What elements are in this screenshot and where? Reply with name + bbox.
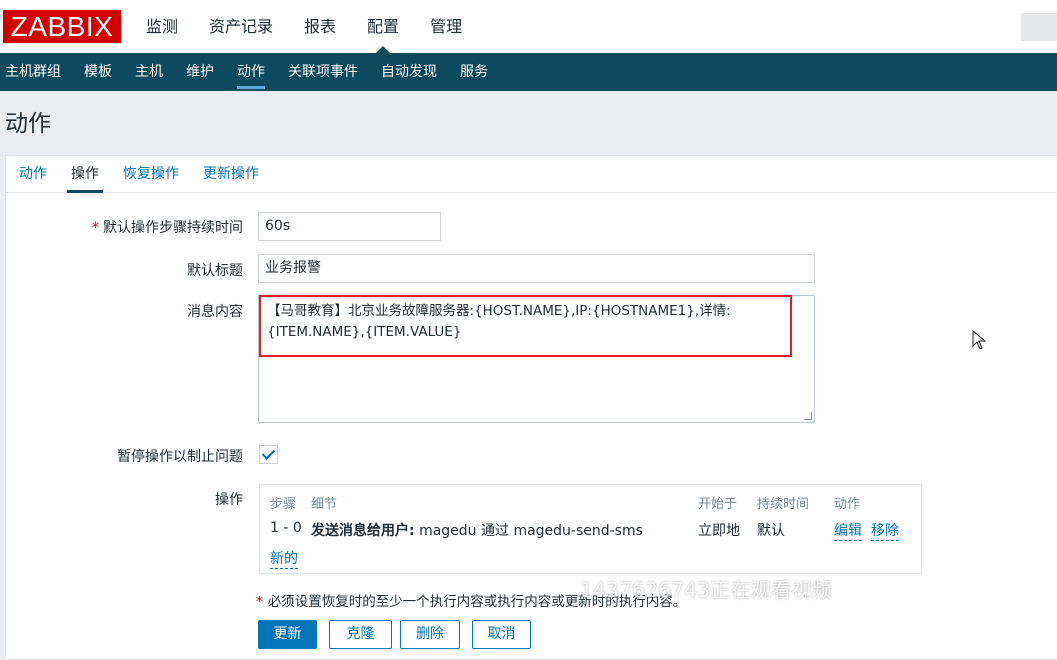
subnav-actions[interactable]: 动作 bbox=[237, 53, 265, 91]
subnav-services[interactable]: 服务 bbox=[460, 53, 488, 91]
nav-monitoring[interactable]: 监测 bbox=[146, 0, 178, 53]
row-detail: 发送消息给用户: magedu 通过 magedu-send-sms bbox=[311, 520, 643, 540]
col-duration: 持续时间 bbox=[757, 497, 810, 512]
default-subject-input[interactable]: 业务报警 bbox=[258, 254, 815, 283]
operations-label: 操作 bbox=[215, 492, 243, 508]
col-action: 动作 bbox=[834, 497, 861, 512]
cancel-button[interactable]: 取消 bbox=[472, 620, 531, 649]
col-start: 开始于 bbox=[698, 497, 738, 512]
page-title: 动作 bbox=[5, 111, 51, 137]
row-detail-bold: 发送消息给用户: bbox=[311, 523, 415, 539]
search-box[interactable] bbox=[1021, 13, 1057, 41]
annotation-highlight-box bbox=[259, 295, 792, 357]
pause-operations-label: 暂停操作以制止问题 bbox=[117, 449, 243, 465]
operations-table: 步骤 细节 开始于 持续时间 动作 1 - 0 发送消息给用户: magedu … bbox=[259, 484, 922, 574]
row-step: 1 - 0 bbox=[270, 520, 302, 536]
col-detail: 细节 bbox=[311, 497, 338, 512]
delete-button[interactable]: 删除 bbox=[400, 620, 460, 649]
tab-update-operations[interactable]: 更新操作 bbox=[203, 156, 259, 192]
new-operation-link[interactable]: 新的 bbox=[270, 548, 298, 569]
main-navigation: 监测 资产记录 报表 配置 管理 bbox=[146, 0, 493, 53]
action-form-panel: 动作 操作 恢复操作 更新操作 * 默认操作步骤持续时间 60s 默认标题 业务报… bbox=[5, 155, 1057, 660]
edit-link[interactable]: 编辑 bbox=[834, 520, 862, 541]
pause-operations-checkbox[interactable] bbox=[259, 445, 278, 464]
subnav-event-correlation[interactable]: 关联项事件 bbox=[288, 53, 358, 91]
zabbix-logo[interactable]: ZABBIX bbox=[3, 10, 121, 43]
row-start: 立即地 bbox=[698, 523, 740, 539]
update-button[interactable]: 更新 bbox=[258, 620, 317, 649]
col-step: 步骤 bbox=[270, 497, 297, 512]
default-step-duration-input[interactable]: 60s bbox=[258, 212, 441, 241]
nav-configuration[interactable]: 配置 bbox=[367, 0, 399, 53]
row-detail-rest: magedu 通过 magedu-send-sms bbox=[419, 523, 643, 539]
required-asterisk: * bbox=[92, 220, 99, 236]
subnav-host-groups[interactable]: 主机群组 bbox=[5, 53, 61, 91]
default-step-duration-label: * 默认操作步骤持续时间 bbox=[92, 220, 243, 236]
default-subject-label: 默认标题 bbox=[187, 263, 243, 279]
subnav-templates[interactable]: 模板 bbox=[84, 53, 112, 91]
subnav-maintenance[interactable]: 维护 bbox=[186, 53, 214, 91]
clone-button[interactable]: 克隆 bbox=[329, 620, 392, 649]
nav-reports[interactable]: 报表 bbox=[304, 0, 336, 53]
nav-administration[interactable]: 管理 bbox=[430, 0, 462, 53]
nav-inventory[interactable]: 资产记录 bbox=[209, 0, 273, 53]
row-duration: 默认 bbox=[757, 523, 785, 539]
tab-operations[interactable]: 操作 bbox=[67, 156, 103, 193]
form-tabs: 动作 操作 恢复操作 更新操作 bbox=[6, 156, 1057, 193]
subnav-discovery[interactable]: 自动发现 bbox=[381, 53, 437, 91]
sub-navigation: 主机群组 模板 主机 维护 动作 关联项事件 自动发现 服务 bbox=[0, 53, 1057, 91]
tab-action[interactable]: 动作 bbox=[19, 156, 47, 192]
remove-link[interactable]: 移除 bbox=[871, 520, 899, 541]
top-header: ZABBIX 监测 资产记录 报表 配置 管理 bbox=[0, 0, 1057, 53]
tab-recovery-operations[interactable]: 恢复操作 bbox=[123, 156, 179, 192]
resize-handle-icon[interactable] bbox=[804, 412, 812, 420]
message-label: 消息内容 bbox=[187, 304, 243, 320]
subnav-hosts[interactable]: 主机 bbox=[135, 53, 163, 91]
video-watermark: 1437626743正在观看视频 bbox=[580, 578, 833, 602]
required-asterisk: * bbox=[256, 594, 263, 610]
